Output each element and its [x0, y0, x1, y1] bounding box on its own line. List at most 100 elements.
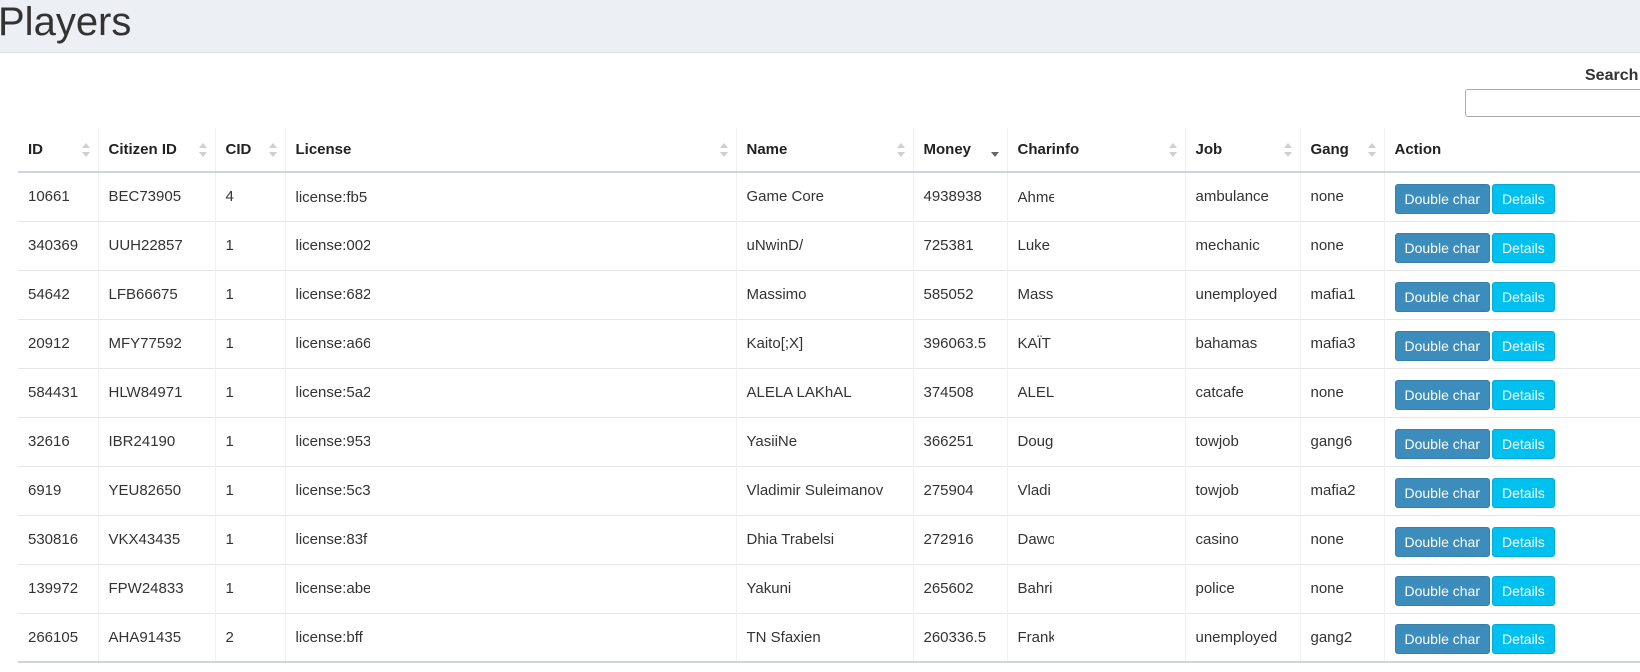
column-header-id[interactable]: ID — [18, 128, 98, 173]
cell-text: 1 — [225, 237, 234, 254]
cell-citizen-id: UUH22857 — [97, 220, 215, 270]
cell-citizen-id: BEC73905 — [97, 171, 215, 221]
cell-action: Double char Details — [1383, 465, 1640, 515]
cell-text: 530816 — [28, 531, 79, 548]
cell-citizen-id: HLW84971 — [97, 367, 215, 417]
cell-text: 1 — [225, 433, 234, 450]
sort-both-icon — [268, 142, 277, 157]
cell-license: license:5c3 — [284, 465, 736, 515]
cell-charinfo: Luke — [1006, 220, 1185, 270]
double-char-button[interactable]: Double char — [1394, 232, 1490, 263]
details-button[interactable]: Details — [1492, 477, 1555, 508]
cell-id: 10661 — [18, 171, 98, 221]
column-header-cid[interactable]: CID — [214, 128, 285, 173]
cell-text: license:fb5 — [295, 188, 368, 206]
cell-cid: 1 — [214, 416, 285, 466]
column-header-charinfo[interactable]: Charinfo — [1006, 128, 1185, 173]
cell-text: IBR24190 — [108, 433, 176, 450]
column-header-name[interactable]: Name — [735, 128, 913, 173]
sort-both-icon — [198, 142, 207, 157]
column-header-gang[interactable]: Gang — [1299, 128, 1384, 173]
cell-text: 32616 — [28, 433, 70, 450]
cell-license: license:5a2 — [284, 367, 736, 417]
double-char-button[interactable]: Double char — [1394, 477, 1490, 508]
table-header-row: ID Citizen ID CID License Name Money Charinfo J… — [18, 128, 1640, 173]
cell-text: Massimo — [746, 286, 807, 303]
details-button[interactable]: Details — [1492, 428, 1555, 459]
cell-money: 725381 — [912, 220, 1007, 270]
cell-cid: 1 — [214, 465, 285, 515]
cell-gang: gang6 — [1299, 416, 1384, 466]
column-header-citizen-id[interactable]: Citizen ID — [97, 128, 215, 173]
cell-citizen-id: IBR24190 — [97, 416, 215, 466]
column-header-label: Action — [1394, 141, 1442, 158]
column-header-label: Citizen ID — [108, 141, 177, 158]
double-char-button[interactable]: Double char — [1394, 624, 1490, 655]
cell-job: bahamas — [1184, 318, 1300, 368]
column-header-label: ID — [28, 141, 43, 158]
column-header-money[interactable]: Money — [912, 128, 1007, 173]
cell-text: KAÏT — [1017, 335, 1051, 353]
cell-cid: 1 — [214, 367, 285, 417]
cell-job: unemployed — [1184, 612, 1300, 663]
cell-text: gang2 — [1310, 628, 1353, 646]
double-char-button[interactable]: Double char — [1394, 526, 1490, 557]
column-header-action[interactable]: Action — [1383, 128, 1640, 173]
cell-gang: mafia2 — [1299, 465, 1384, 515]
details-button[interactable]: Details — [1492, 624, 1555, 655]
cell-action: Double char Details — [1383, 612, 1640, 663]
details-button[interactable]: Details — [1492, 281, 1555, 312]
double-char-button[interactable]: Double char — [1394, 330, 1490, 361]
table-row: 340369 UUH22857 1 license:002 uNwinD/725381 L… — [18, 220, 1640, 270]
cell-charinfo: KAÏT — [1006, 318, 1185, 368]
cell-action: Double char Details — [1383, 171, 1640, 221]
cell-text: 374508 — [923, 384, 974, 401]
cell-text: LFB66675 — [108, 286, 178, 303]
double-char-button[interactable]: Double char — [1394, 281, 1490, 312]
cell-gang: none — [1299, 220, 1384, 270]
cell-text: mafia3 — [1310, 335, 1356, 352]
cell-text: 2 — [225, 628, 234, 646]
column-header-license[interactable]: License — [284, 128, 736, 173]
cell-text: Frank — [1017, 629, 1054, 647]
table-row: 10661 BEC73905 4 license:fb5 Game Core 493893… — [18, 171, 1640, 221]
sort-both-icon — [1168, 142, 1177, 157]
details-button[interactable]: Details — [1492, 526, 1555, 557]
details-button[interactable]: Details — [1492, 575, 1555, 606]
double-char-button[interactable]: Double char — [1394, 379, 1490, 410]
table-row: 266105 AHA91435 2 license:bff TN Sfaxien 2603… — [18, 612, 1640, 663]
cell-action: Double char Details — [1383, 318, 1640, 368]
cell-name: uNwinD/ — [735, 220, 913, 270]
details-button[interactable]: Details — [1492, 330, 1555, 361]
details-button[interactable]: Details — [1492, 183, 1555, 214]
cell-text: Yakuni — [746, 580, 792, 597]
details-button[interactable]: Details — [1492, 232, 1555, 263]
cell-action: Double char Details — [1383, 269, 1640, 319]
table-body: 10661 BEC73905 4 license:fb5 Game Core 493893… — [18, 171, 1640, 663]
cell-gang: mafia3 — [1299, 318, 1384, 368]
cell-text: 396063.5 — [923, 335, 987, 352]
cell-text: 20912 — [28, 335, 70, 352]
cell-text: 266105 — [28, 628, 79, 646]
details-button[interactable]: Details — [1492, 379, 1555, 410]
cell-text: license:682 — [295, 286, 370, 304]
cell-money: 585052 — [912, 269, 1007, 319]
double-char-button[interactable]: Double char — [1394, 575, 1490, 606]
table-row: 584431 HLW84971 1 license:5a2 ALELA LAKhAL 37… — [18, 367, 1640, 417]
double-char-button[interactable]: Double char — [1394, 183, 1490, 214]
cell-cid: 1 — [214, 220, 285, 270]
cell-cid: 1 — [214, 269, 285, 319]
cell-job: casino — [1184, 514, 1300, 564]
column-header-job[interactable]: Job — [1184, 128, 1300, 173]
column-header-label: Charinfo — [1017, 141, 1080, 158]
cell-job: unemployed — [1184, 269, 1300, 319]
cell-job: mechanic — [1184, 220, 1300, 270]
cell-text: 6919 — [28, 482, 62, 499]
cell-text: casino — [1195, 531, 1239, 548]
cell-text: license:a66 — [295, 335, 370, 353]
cell-text: unemployed — [1195, 286, 1278, 303]
cell-job: catcafe — [1184, 367, 1300, 417]
double-char-button[interactable]: Double char — [1394, 428, 1490, 459]
search-input[interactable] — [1465, 89, 1640, 117]
cell-citizen-id: FPW24833 — [97, 563, 215, 613]
